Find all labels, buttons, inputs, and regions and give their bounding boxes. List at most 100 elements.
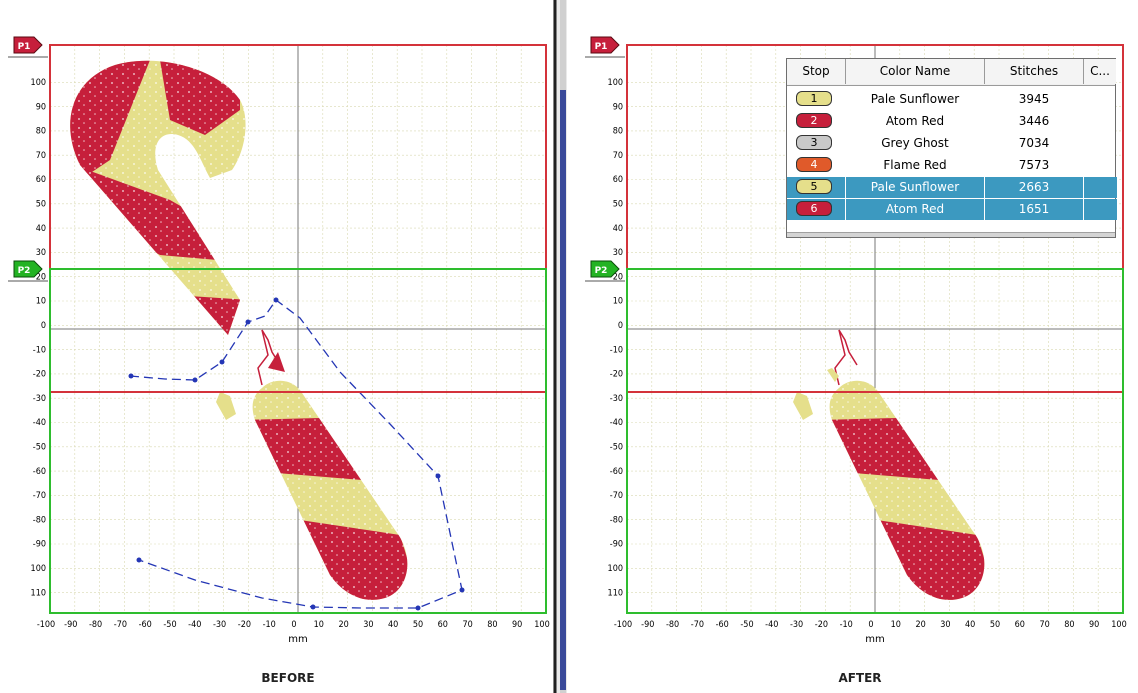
stitches-cell: 7034	[1018, 136, 1050, 150]
x-tick-label: 70	[462, 620, 472, 630]
x-tick-label: 70	[1039, 620, 1049, 630]
table-row[interactable]: 6 Atom Red 1651	[787, 199, 1117, 220]
y-tick-label: -50	[610, 443, 623, 453]
c-cell	[1084, 177, 1116, 198]
y-tick-label: -60	[610, 467, 623, 477]
c-cell	[1084, 111, 1116, 132]
y-tick-label: 60	[36, 175, 46, 185]
x-tick-label: 40	[388, 620, 398, 630]
stop-cell: 5	[787, 177, 846, 198]
after-p1-marker[interactable]: P1	[585, 36, 625, 58]
panel-splitter[interactable]	[553, 0, 567, 693]
stop-cell: 6	[787, 199, 846, 220]
stop-cell: 2	[787, 111, 845, 132]
x-tick-label: 90	[1089, 620, 1099, 630]
x-tick-label: -90	[64, 620, 77, 630]
x-tick-label: 0	[868, 620, 873, 630]
header-color-name[interactable]: Color Name	[846, 59, 985, 84]
stitches-cell: 3446	[1018, 114, 1050, 128]
x-tick-label: -60	[139, 620, 152, 630]
y-tick-label: 10	[613, 297, 623, 307]
y-tick-label: 0	[618, 321, 623, 331]
x-tick-label: 100	[1111, 620, 1126, 630]
x-tick-label: 60	[438, 620, 448, 630]
x-tick-label: 90	[512, 620, 522, 630]
table-scrollbar[interactable]	[787, 232, 1115, 237]
x-tick-label: -100	[614, 620, 632, 630]
y-tick-label: -30	[33, 394, 46, 404]
x-tick-label: -40	[765, 620, 778, 630]
x-tick-label: -30	[213, 620, 226, 630]
x-tick-label: 20	[915, 620, 925, 630]
color-swatch[interactable]: 2	[796, 113, 832, 128]
x-tick-label: 20	[338, 620, 348, 630]
x-tick-label: 30	[363, 620, 373, 630]
x-tick-label: -20	[238, 620, 251, 630]
y-tick-label: 50	[36, 200, 46, 210]
p1-label: P1	[595, 42, 608, 52]
table-row[interactable]: 4 Flame Red 7573	[787, 155, 1117, 176]
x-tick-label: -20	[815, 620, 828, 630]
table-row[interactable]: 5 Pale Sunflower 2663	[787, 177, 1117, 198]
header-stop[interactable]: Stop	[787, 59, 846, 84]
color-swatch[interactable]: 3	[796, 135, 832, 150]
color-name-cell: Flame Red	[883, 158, 947, 172]
x-tick-label: -30	[790, 620, 803, 630]
color-swatch[interactable]: 4	[796, 157, 832, 172]
color-swatch[interactable]: 5	[796, 179, 832, 194]
x-tick-label: 100	[534, 620, 549, 630]
y-tick-label: 30	[613, 248, 623, 258]
color-stop-table[interactable]: Stop Color Name Stitches C... 1 Pale Sunf…	[786, 58, 1117, 238]
before-p1-marker[interactable]: P1	[8, 36, 48, 58]
y-tick-label: 90	[36, 102, 46, 112]
x-tick-label: -100	[37, 620, 55, 630]
after-caption: AFTER	[838, 671, 881, 685]
header-c[interactable]: C...	[1084, 59, 1116, 84]
color-name-cell: Grey Ghost	[881, 136, 949, 150]
stitches-cell: 1651	[985, 199, 1084, 220]
table-header: Stop Color Name Stitches C...	[787, 59, 1116, 86]
color-name-cell: Atom Red	[885, 114, 945, 128]
x-tick-label: 80	[1064, 620, 1074, 630]
y-tick-label: 110	[608, 588, 623, 598]
y-tick-label: -60	[33, 467, 46, 477]
header-stitches[interactable]: Stitches	[985, 59, 1084, 84]
p1-label: P1	[18, 42, 31, 52]
y-tick-label: 90	[613, 102, 623, 112]
y-tick-label: -70	[33, 491, 46, 501]
y-tick-label: -80	[610, 515, 623, 525]
c-cell	[1084, 89, 1116, 110]
y-tick-label: 50	[613, 200, 623, 210]
x-tick-label: 0	[291, 620, 296, 630]
stop-cell: 3	[787, 133, 845, 154]
color-name-cell: Pale Sunflower	[870, 92, 960, 106]
table-row[interactable]: 1 Pale Sunflower 3945	[787, 89, 1117, 110]
y-tick-label: -40	[610, 418, 623, 428]
y-tick-label: 10	[36, 297, 46, 307]
stop-cell: 1	[787, 89, 845, 110]
color-swatch[interactable]: 1	[796, 91, 832, 106]
table-row[interactable]: 2 Atom Red 3446	[787, 111, 1117, 132]
c-cell	[1084, 199, 1116, 220]
y-tick-label: -80	[33, 515, 46, 525]
x-tick-label: -70	[691, 620, 704, 630]
y-tick-label: 30	[36, 248, 46, 258]
y-tick-label: -40	[33, 418, 46, 428]
x-tick-label: 30	[940, 620, 950, 630]
x-tick-label: 10	[314, 620, 324, 630]
x-tick-label: -80	[666, 620, 679, 630]
y-tick-label: 100	[31, 564, 46, 574]
x-tick-label: -60	[716, 620, 729, 630]
y-tick-label: -20	[610, 370, 623, 380]
x-tick-label: -10	[263, 620, 276, 630]
y-tick-label: 100	[608, 564, 623, 574]
axis-unit-label: mm	[288, 634, 307, 645]
y-tick-label: -10	[33, 345, 46, 355]
y-tick-label: 80	[613, 127, 623, 137]
x-tick-label: 40	[965, 620, 975, 630]
table-row[interactable]: 3 Grey Ghost 7034	[787, 133, 1117, 154]
stop-cell: 4	[787, 155, 845, 176]
y-tick-label: 110	[31, 588, 46, 598]
y-tick-label: -10	[610, 345, 623, 355]
color-swatch[interactable]: 6	[796, 201, 832, 216]
